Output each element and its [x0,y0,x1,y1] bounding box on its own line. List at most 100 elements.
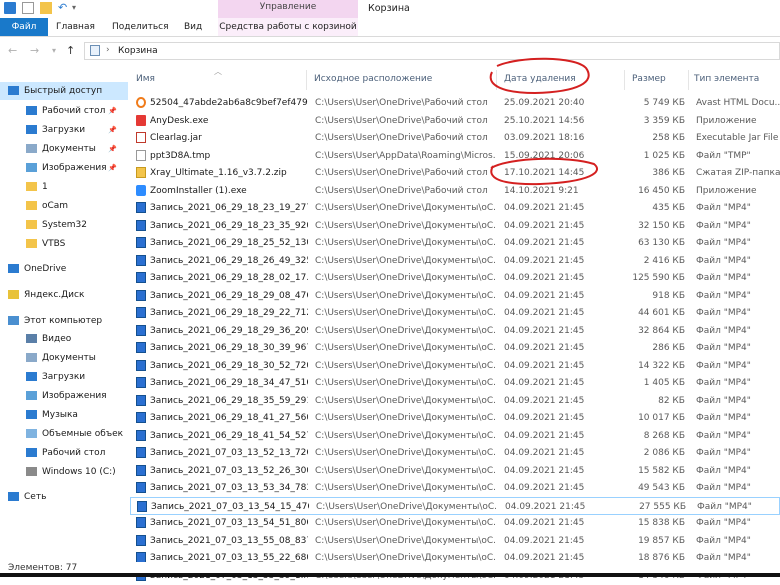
tab-view[interactable]: Вид [184,18,202,36]
table-row[interactable]: Запись_2021_06_29_18_28_02_17.m... C:\Use… [130,269,780,287]
tab-home[interactable]: Главная [56,18,95,36]
undo-icon[interactable]: ↶ [58,1,67,14]
sidebar-item[interactable]: Загрузки 📌 [0,121,128,139]
up-arrow-icon[interactable]: ↑ [66,44,75,57]
tab-recycle-bin-tools[interactable]: Средства работы с корзиной [218,18,358,36]
table-row[interactable]: Xray_Ultimate_1.16_v3.7.2.zip C:\Users\Us… [130,164,780,182]
video-file-icon [136,324,146,336]
sort-chevron-icon: ︿ [214,67,222,76]
sidebar-item[interactable]: Объемные объек [0,425,128,443]
sidebar-item[interactable]: Рабочий стол 📌 [0,102,128,120]
column-header-size[interactable]: Размер [632,74,666,88]
file-type: Файл "MP4" [696,203,751,213]
sidebar-item[interactable]: oCam [0,197,128,215]
sidebar-item[interactable]: Видео [0,330,128,348]
sidebar-item[interactable]: Рабочий стол [0,444,128,462]
table-row[interactable]: Запись_2021_06_29_18_41_27_560.... C:\Use… [130,409,780,427]
file-type: Файл "MP4" [697,501,752,512]
table-row[interactable]: Запись_2021_06_29_18_29_08_476.... C:\Use… [130,287,780,305]
column-header-name[interactable]: Имя [136,74,155,88]
file-name: Запись_2021_06_29_18_29_36_209.... [150,325,308,336]
file-location: C:\Users\User\OneDrive\Документы\oC... [315,465,495,476]
sidebar-item[interactable]: Документы 📌 [0,140,128,158]
column-header-date-deleted[interactable]: Дата удаления [504,74,576,88]
tab-file[interactable]: Файл [0,18,48,36]
column-divider[interactable] [624,70,625,90]
file-type: Файл "MP4" [696,290,751,301]
sidebar-item[interactable]: Сеть [0,488,128,506]
sidebar-item[interactable]: Музыка [0,406,128,424]
table-row[interactable]: Запись_2021_06_29_18_29_36_209.... C:\Use… [130,322,780,340]
sidebar-item-label: Объемные объек [42,429,124,439]
sidebar-item[interactable]: Этот компьютер [0,312,128,330]
column-header-location[interactable]: Исходное расположение [314,74,432,88]
breadcrumb-chevron-icon[interactable]: › [106,45,110,55]
table-row[interactable]: Запись_2021_06_29_18_30_52_720.... C:\Use… [130,357,780,375]
file-date-deleted: 03.09.2021 18:16 [504,133,585,143]
file-date-deleted: 04.09.2021 21:45 [504,413,585,423]
tab-share[interactable]: Поделиться [112,18,169,36]
file-date-deleted: 04.09.2021 21:45 [504,535,585,546]
file-location: C:\Users\User\OneDrive\Документы\oC... [315,220,495,231]
file-name: Запись_2021_07_03_13_52_13_726.... [150,448,308,458]
properties-icon[interactable] [22,2,34,14]
new-folder-icon[interactable] [40,2,52,14]
sidebar-item[interactable]: OneDrive [0,260,128,278]
sidebar-item[interactable]: System32 [0,216,128,234]
table-row[interactable]: Запись_2021_06_29_18_26_49_325.... C:\Use… [130,252,780,270]
recent-chevron-icon[interactable]: ▾ [52,46,56,55]
address-bar[interactable] [84,42,780,60]
breadcrumb-recycle-bin[interactable]: Корзина [118,46,158,56]
file-location: C:\Users\User\OneDrive\Документы\oC... [315,203,495,213]
file-name: Запись_2021_07_03_13_55_08_837.... [150,535,308,546]
table-row[interactable]: Запись_2021_06_29_18_29_22_712.... C:\Use… [130,304,780,322]
table-row[interactable]: Запись_2021_07_03_13_53_34_783.... C:\Use… [130,479,780,497]
table-row[interactable]: ppt3D8A.tmp C:\Users\User\AppData\Roaming… [130,147,780,165]
column-header-type[interactable]: Тип элемента [694,74,759,88]
sidebar-item[interactable]: Быстрый доступ [0,82,128,100]
table-row[interactable]: Запись_2021_07_03_13_54_15_476.... C:\Use… [130,496,780,515]
table-row[interactable]: Запись_2021_07_03_13_55_08_837.... C:\Use… [130,532,780,550]
file-name: ZoomInstaller (1).exe [150,185,247,196]
table-row[interactable]: Clearlag.jar C:\Users\User\OneDrive\Рабоч… [130,129,780,147]
table-row[interactable]: Запись_2021_06_29_18_23_19_277.... C:\Use… [130,199,780,217]
chevron-down-icon[interactable]: ▾ [72,3,76,12]
file-date-deleted: 04.09.2021 21:45 [504,518,585,528]
sidebar-item[interactable]: 1 [0,178,128,196]
sidebar-item-label: Документы [42,353,96,363]
back-arrow-icon[interactable]: ← [8,44,17,57]
table-row[interactable]: ZoomInstaller (1).exe C:\Users\User\OneDr… [130,182,780,200]
cloud-icon [8,264,19,273]
sidebar-item[interactable]: Изображения [0,387,128,405]
table-row[interactable]: Запись_2021_06_29_18_41_54_527.... C:\Use… [130,427,780,445]
table-row[interactable]: 52504_47abde2ab6a8c9bef7ef47982f9... C:\U… [130,94,780,112]
table-row[interactable]: Запись_2021_06_29_18_35_59_291.... C:\Use… [130,392,780,410]
file-date-deleted: 04.09.2021 21:45 [504,343,585,353]
table-row[interactable]: Запись_2021_06_29_18_30_39_967.... C:\Use… [130,339,780,357]
forward-arrow-icon[interactable]: → [30,44,39,57]
file-location: C:\Users\User\OneDrive\Документы\oC... [315,483,495,493]
table-row[interactable]: Запись_2021_06_29_18_34_47_516.... C:\Use… [130,374,780,392]
sidebar-item[interactable]: Загрузки [0,368,128,386]
file-type: Приложение [696,115,757,126]
table-row[interactable]: Запись_2021_06_29_18_25_52_130.... C:\Use… [130,234,780,252]
file-name: Запись_2021_06_29_18_26_49_325.... [150,255,308,266]
file-name: Запись_2021_06_29_18_23_19_277.... [150,203,308,213]
table-row[interactable]: Запись_2021_07_03_13_54_51_806.... C:\Use… [130,514,780,532]
table-row[interactable]: AnyDesk.exe C:\Users\User\OneDrive\Рабочи… [130,112,780,130]
sidebar-item[interactable]: VTBS [0,235,128,253]
sidebar-item[interactable]: Документы [0,349,128,367]
sidebar-item[interactable]: Яндекс.Диск [0,286,128,304]
folder-icon [26,239,37,248]
table-row[interactable]: Запись_2021_06_29_18_23_35_920.... C:\Use… [130,217,780,235]
column-divider[interactable] [306,70,307,90]
table-row[interactable]: Запись_2021_07_03_13_52_13_726.... C:\Use… [130,444,780,462]
video-file-icon [136,517,146,528]
column-divider[interactable] [496,70,497,90]
sidebar-item[interactable]: Windows 10 (C:) [0,463,128,481]
sidebar-item[interactable]: Изображения 📌 [0,159,128,177]
table-row[interactable]: Запись_2021_07_03_13_52_26_300.... C:\Use… [130,462,780,480]
column-divider[interactable] [688,70,689,90]
file-type: Файл "MP4" [696,343,751,353]
file-location: C:\Users\User\OneDrive\Документы\oC... [315,378,495,388]
